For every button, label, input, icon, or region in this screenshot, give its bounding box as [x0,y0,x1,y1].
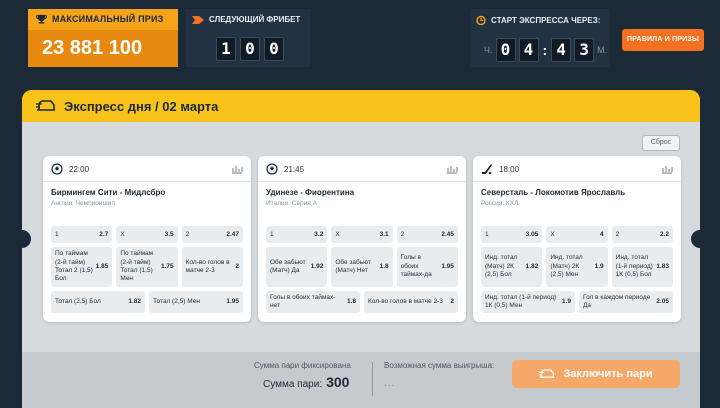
statistics-icon[interactable] [231,164,243,174]
odds-button[interactable]: Голы в обоих таймах-нет 1.8 [266,291,360,313]
odds-button[interactable]: Инд. тотал (1-й период) 1К (0,5) Бол 1.83 [611,247,673,287]
league-name: Россия. КХЛ [481,200,519,207]
event-time: 22:00 [69,164,90,174]
odds-button[interactable]: Тотал (2,5) Бол 1.82 [51,291,145,313]
odds-button[interactable]: Кол-во голов в матче 2-3 2 [181,247,243,287]
bet-footer: Сумма пари фиксирована Сумма пари: 300 В… [22,352,700,408]
odds-button[interactable]: По таймам (2-й тайм) Тотал 2 (1,5) Бол 1.… [51,247,113,287]
timer-digit: 0 [495,38,516,62]
odds-button[interactable]: 1 2.7 [51,226,113,243]
soccer-ball-icon [266,163,278,175]
league-name: Англия. Чемпионшип [51,200,115,207]
next-freebet-label: СЛЕДУЮЩИЙ ФРИБЕТ [209,15,301,24]
top-bar: МАКСИМАЛЬНЫЙ ПРИЗ 23 881 100 СЛЕДУЮЩИЙ Ф… [0,0,720,88]
soccer-ball-icon [51,163,63,175]
event-card: 22:00 Бирмингем Сити - Мидлсбро Англия. … [43,156,251,322]
freebet-digit: 1 [216,37,236,61]
odds-button[interactable]: Инд. тотал (Матч) 2К (2,5) Бол 1.82 [481,247,543,287]
hours-unit: Ч. [484,45,493,55]
hockey-stick-icon [482,164,492,175]
timer-digit: 3 [574,38,595,62]
odds-button[interactable]: Голы в обоих таймах-да 1.95 [396,247,458,287]
timer-digit: 4 [518,38,539,62]
league-name: Италия. Серия А [266,200,317,207]
express-train-icon [36,100,55,111]
possible-win-label: Возможная сумма выигрыша: [384,361,495,370]
max-prize-value: 23 881 100 [28,30,178,67]
stake-amount: Сумма пари: 300 [263,374,349,390]
event-time: 18:00 [499,164,520,174]
stopwatch-icon [476,15,486,25]
trophy-icon [36,14,47,24]
max-prize-label: МАКСИМАЛЬНЫЙ ПРИЗ [52,14,164,24]
timer-digit: 4 [551,38,572,62]
footer-divider [372,362,373,396]
event-card: 18:00 Северсталь - Локомотив Ярославль Р… [473,156,681,322]
express-timer-label: СТАРТ ЭКСПРЕССА ЧЕРЕЗ: [491,15,601,25]
freebet-digit: 0 [240,37,260,61]
max-prize-box: МАКСИМАЛЬНЫЙ ПРИЗ 23 881 100 [28,9,178,67]
match-name: Бирмингем Сити - Мидлсбро [51,188,166,197]
place-bet-button[interactable]: Заключить пари [512,360,680,388]
express-train-icon [539,369,555,378]
express-title: Экспресс дня / 02 марта [64,98,219,114]
odds-button[interactable]: 1 3.2 [266,226,328,243]
match-name: Удинезе - Фиорентина [266,188,355,197]
possible-win-value: ... [384,378,396,389]
odds-button[interactable]: Инд. тотал (1-й период) 1К (0,5) Мен 1.9 [481,291,575,313]
express-panel-header: Экспресс дня / 02 марта [22,90,700,122]
stake-label: Сумма пари: [263,379,323,390]
express-panel: Экспресс дня / 02 марта Сброс 22:00 Бирм… [22,90,700,408]
odds-button[interactable]: Обе забьют (Матч) Нет 1.8 [331,247,393,287]
stake-value: 300 [326,374,350,390]
ticket-arrow-icon [192,15,204,24]
odds-button[interactable]: Тотал (2,5) Мен 1.95 [149,291,243,313]
freebet-digit: 0 [264,37,284,61]
event-card: 21:45 Удинезе - Фиорентина Италия. Серия… [258,156,466,322]
next-freebet-box: СЛЕДУЮЩИЙ ФРИБЕТ 1 0 0 [186,9,310,67]
fixed-stake-label: Сумма пари фиксирована [254,361,351,370]
reset-button[interactable]: Сброс [642,135,680,151]
freebet-counter: 1 0 0 [216,37,284,61]
odds-button[interactable]: Обе забьют (Матч) Да 1.92 [266,247,328,287]
statistics-icon[interactable] [446,164,458,174]
minutes-unit: М. [597,45,608,55]
odds-button[interactable]: По таймам (2-й тайм) Тотал (1,5) Мен 1.75 [116,247,178,287]
express-timer-box: СТАРТ ЭКСПРЕССА ЧЕРЕЗ: Ч. 0 4 : 4 3 М. [470,9,610,67]
odds-button[interactable]: 2 2.47 [181,226,243,243]
statistics-icon[interactable] [661,164,673,174]
odds-button[interactable]: X 3.1 [331,226,393,243]
timer-readout: Ч. 0 4 : 4 3 М. [484,38,607,62]
match-name: Северсталь - Локомотив Ярославль [481,188,626,197]
rules-and-prizes-button[interactable]: ПРАВИЛА И ПРИЗЫ [622,29,704,51]
odds-button[interactable]: 2 2.45 [396,226,458,243]
odds-button[interactable]: Гол в каждом периоде Да 2.05 [579,291,673,313]
odds-button[interactable]: X4 [546,226,608,243]
place-bet-label: Заключить пари [563,368,653,380]
odds-button[interactable]: 2 2.2 [611,226,673,243]
odds-button[interactable]: Кол-во голов в матче 2-3 2 [364,291,458,313]
odds-button[interactable]: 1 3.05 [481,226,543,243]
timer-colon: : [542,42,548,58]
carousel-next-button[interactable] [691,230,700,248]
odds-button[interactable]: Инд. тотал (Матч) 2К (2,5) Мен 1.9 [546,247,608,287]
carousel-prev-button[interactable] [22,230,31,248]
odds-button[interactable]: X 3.5 [116,226,178,243]
event-time: 21:45 [284,164,305,174]
